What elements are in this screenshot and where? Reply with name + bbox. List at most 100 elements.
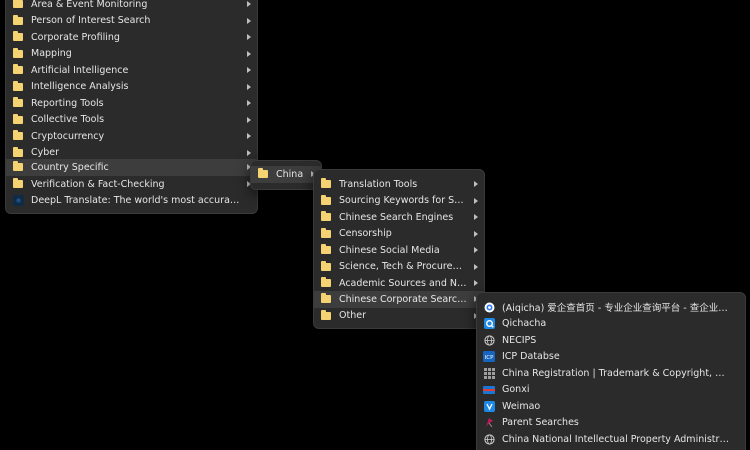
menu-item-chinese-search-engines[interactable]: Chinese Search Engines <box>314 209 484 226</box>
menu-item-label: Science, Tech & Procurement <box>339 261 468 273</box>
chevron-right-icon <box>247 1 251 7</box>
menu-item-sourcing-keywords[interactable]: Sourcing Keywords for Search <box>314 193 484 210</box>
menu-item-intelligence-analysis[interactable]: Intelligence Analysis <box>6 79 257 96</box>
menu-item-person-of-interest-search[interactable]: Person of Interest Search <box>6 13 257 30</box>
folder-icon <box>320 227 332 240</box>
menu-item-label: Qichacha <box>502 318 547 330</box>
menu-item-label: Intelligence Analysis <box>31 81 129 93</box>
menu-item-reporting-tools[interactable]: Reporting Tools <box>6 95 257 112</box>
folder-icon <box>12 47 24 60</box>
menu-item-label: Translation Tools <box>339 178 418 190</box>
menu-item-label: (Aiqicha) 爱企查首页 - 专业企业查询平台 - 查企业 - 查... <box>502 303 729 315</box>
menu-item-label: Other <box>339 310 366 322</box>
folder-icon <box>320 260 332 273</box>
menu-item-censorship[interactable]: Censorship <box>314 226 484 243</box>
bookmark-weimao[interactable]: Weimao <box>477 398 745 415</box>
menu-item-country-specific[interactable]: Country Specific <box>6 159 257 176</box>
menu-item-label: Parent Searches <box>502 417 579 429</box>
menu-item-label: NECIPS <box>502 334 537 346</box>
chevron-right-icon <box>474 263 478 270</box>
chevron-right-icon <box>247 133 251 139</box>
globe-icon <box>483 433 495 445</box>
bookmark-aiqicha[interactable]: (Aiqicha) 爱企查首页 - 专业企业查询平台 - 查企业 - 查... <box>477 299 745 316</box>
icp-icon: ICP <box>483 351 495 363</box>
folder-icon <box>12 161 24 173</box>
menu-item-label: China Registration | Trademark & Copyrig… <box>502 367 729 379</box>
menu-item-label: Chinese Search Engines <box>339 211 454 223</box>
folder-icon <box>320 178 332 190</box>
menu-item-label: China National Intellectual Property Adm… <box>502 433 729 445</box>
bookmark-submenu-country-specific: China <box>250 160 322 190</box>
menu-item-academic-sources-news[interactable]: Academic Sources and News <box>314 275 484 292</box>
chevron-right-icon <box>247 116 251 123</box>
folder-icon <box>320 194 332 207</box>
folder-icon <box>12 31 24 43</box>
menu-item-cryptocurrency[interactable]: Cryptocurrency <box>6 128 257 145</box>
menu-item-label: Corporate Profiling <box>31 31 120 43</box>
folder-icon <box>12 0 24 10</box>
menu-item-label: Chinese Corporate Searches <box>339 293 468 305</box>
menu-item-label: Mapping <box>31 48 72 60</box>
chevron-right-icon <box>474 214 478 220</box>
menu-item-science-tech-procurement[interactable]: Science, Tech & Procurement <box>314 259 484 276</box>
bookmark-parent-searches[interactable]: Parent Searches <box>477 415 745 432</box>
chevron-right-icon <box>247 50 251 57</box>
menu-item-label: Censorship <box>339 228 392 240</box>
folder-icon <box>12 97 24 109</box>
chevron-right-icon <box>474 247 478 253</box>
bookmark-gonxi[interactable]: Gonxi <box>477 382 745 399</box>
menu-item-translation-tools[interactable]: Translation Tools <box>314 176 484 193</box>
menu-item-label: Reporting Tools <box>31 97 104 109</box>
menu-item-label: Verification & Fact-Checking <box>31 178 165 190</box>
menu-item-label: Chinese Social Media <box>339 244 440 256</box>
folder-icon <box>12 80 24 93</box>
menu-item-artificial-intelligence[interactable]: Artificial Intelligence <box>6 62 257 79</box>
folder-icon <box>12 146 24 159</box>
bookmark-necips[interactable]: NECIPS <box>477 332 745 349</box>
menu-item-china[interactable]: China <box>251 166 321 183</box>
menu-item-label: Academic Sources and News <box>339 277 468 289</box>
folder-icon <box>320 211 332 223</box>
chevron-right-icon <box>247 17 251 24</box>
menu-item-label: Country Specific <box>31 162 109 173</box>
menu-item-collective-tools[interactable]: Collective Tools <box>6 112 257 129</box>
menu-item-corporate-profiling[interactable]: Corporate Profiling <box>6 29 257 46</box>
parent-icon <box>483 417 495 429</box>
menu-item-deepl-translate[interactable]: DeepL Translate: The world's most accura… <box>6 193 257 210</box>
chevron-right-icon <box>247 100 251 106</box>
menu-item-label: Area & Event Monitoring <box>31 0 148 10</box>
bookmark-china-registration[interactable]: China Registration | Trademark & Copyrig… <box>477 365 745 382</box>
folder-icon <box>320 309 332 322</box>
menu-item-label: DeepL Translate: The world's most accura… <box>31 195 241 207</box>
bookmark-icp-database[interactable]: ICP ICP Databse <box>477 349 745 366</box>
bookmark-qichacha[interactable]: Qichacha <box>477 316 745 333</box>
chevron-right-icon <box>247 83 251 90</box>
menu-item-mapping[interactable]: Mapping <box>6 46 257 63</box>
folder-icon <box>320 244 332 256</box>
chevron-right-icon <box>474 197 478 204</box>
menu-item-label: Gonxi <box>502 384 530 396</box>
chevron-right-icon <box>474 181 478 187</box>
chevron-right-icon <box>247 149 251 156</box>
bookmark-submenu-china: Translation Tools Sourcing Keywords for … <box>313 169 485 329</box>
bookmark-cnipa[interactable]: China National Intellectual Property Adm… <box>477 431 745 448</box>
globe-icon <box>483 334 495 346</box>
menu-item-area-event-monitoring[interactable]: Area & Event Monitoring <box>6 0 257 13</box>
screen: Area & Event Monitoring Person of Intere… <box>0 0 750 450</box>
menu-item-label: Cyber <box>31 147 60 159</box>
aiqicha-icon <box>483 301 495 313</box>
folder-icon <box>12 113 24 126</box>
menu-item-other[interactable]: Other <box>314 308 484 325</box>
chevron-right-icon <box>247 34 251 40</box>
menu-item-label: Collective Tools <box>31 114 105 126</box>
qichacha-icon <box>483 318 495 330</box>
menu-item-verification-fact-checking[interactable]: Verification & Fact-Checking <box>6 176 257 193</box>
menu-item-label: Weimao <box>502 400 541 412</box>
menu-item-label: Cryptocurrency <box>31 130 105 142</box>
chevron-right-icon <box>247 67 251 73</box>
menu-item-chinese-corporate-searches[interactable]: Chinese Corporate Searches <box>314 290 484 308</box>
menu-item-label: Sourcing Keywords for Search <box>339 195 468 207</box>
folder-icon <box>320 292 332 305</box>
menu-item-chinese-social-media[interactable]: Chinese Social Media <box>314 242 484 259</box>
menu-item-label: Artificial Intelligence <box>31 64 129 76</box>
